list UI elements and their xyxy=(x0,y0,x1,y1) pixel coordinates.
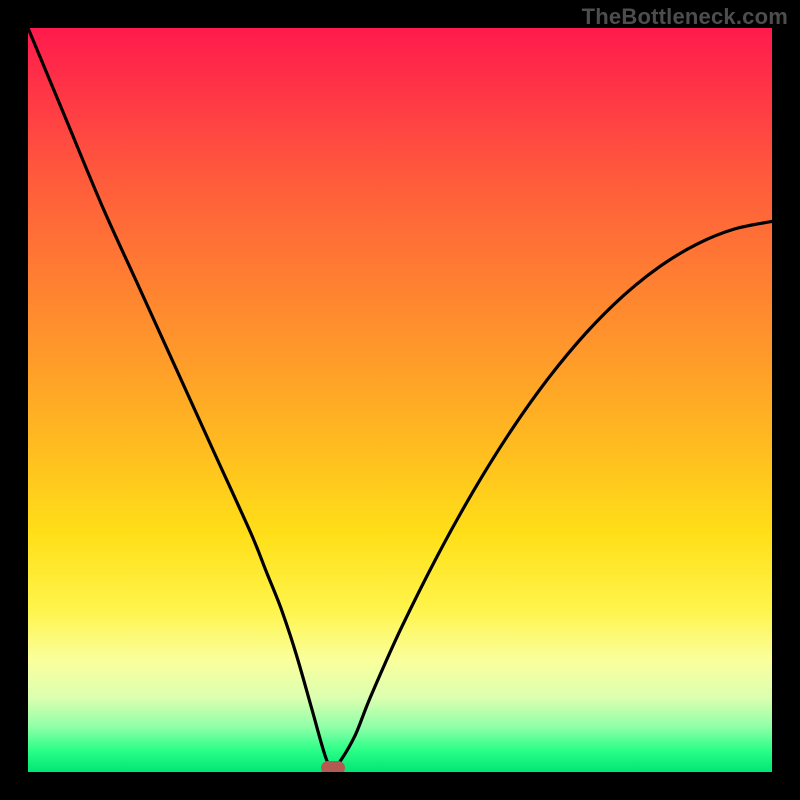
bottleneck-curve-path xyxy=(28,28,772,768)
watermark-label: TheBottleneck.com xyxy=(582,4,788,30)
curve-svg xyxy=(28,28,772,772)
chart-frame: TheBottleneck.com xyxy=(0,0,800,800)
plot-area xyxy=(28,28,772,772)
optimum-marker xyxy=(321,761,345,772)
